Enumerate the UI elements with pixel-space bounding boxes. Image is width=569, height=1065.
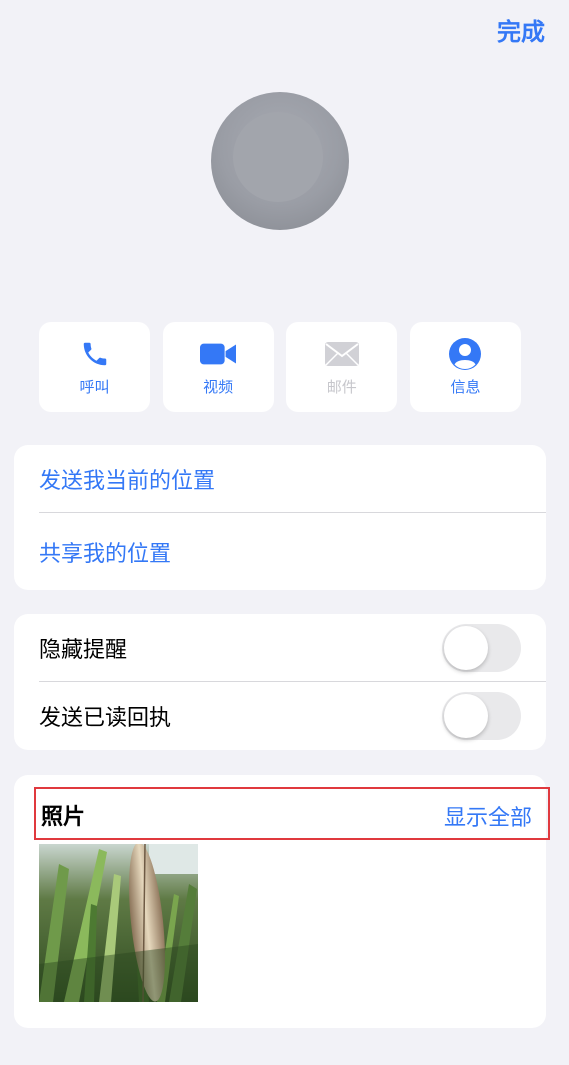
info-button[interactable]: 信息 (409, 322, 521, 412)
toggle-knob (444, 626, 488, 670)
mail-icon (324, 338, 360, 370)
mail-label: 邮件 (326, 377, 357, 396)
call-button[interactable]: 呼叫 (39, 322, 150, 412)
hide-alerts-toggle[interactable] (442, 624, 521, 672)
hide-alerts-label: 隐藏提醒 (39, 638, 128, 663)
send-current-location-label: 发送我当前的位置 (39, 469, 216, 494)
show-all-button[interactable]: 显示全部 (444, 800, 532, 832)
location-card: 发送我当前的位置 共享我的位置 (14, 445, 546, 590)
video-label: 视频 (203, 377, 234, 396)
photo-thumbnail[interactable] (39, 844, 198, 1002)
read-receipts-label: 发送已读回执 (39, 706, 172, 731)
read-receipts-toggle[interactable] (442, 692, 521, 740)
grass-photo-icon (39, 844, 198, 1002)
read-receipts-row: 发送已读回执 (14, 682, 546, 750)
photos-title: 照片 (41, 805, 86, 830)
phone-icon (77, 338, 113, 370)
person-icon (447, 337, 483, 370)
photos-header-highlight: 照片 显示全部 (34, 787, 550, 840)
share-location-label: 共享我的位置 (39, 541, 172, 567)
share-location-row[interactable]: 共享我的位置 (14, 513, 546, 590)
avatar-placeholder (233, 112, 323, 202)
video-button[interactable]: 视频 (162, 322, 274, 412)
send-current-location-row[interactable]: 发送我当前的位置 (14, 445, 546, 513)
mail-button[interactable]: 邮件 (286, 322, 398, 412)
info-label: 信息 (450, 377, 481, 396)
photos-card: 照片 显示全部 (14, 775, 550, 1028)
contact-details-screen: 完成 呼叫 视频 邮件 信息 发送我当前的位置 共享我的位置 隐藏提醒 发送已读… (0, 0, 569, 1065)
toggle-knob (444, 694, 488, 738)
call-label: 呼叫 (79, 377, 110, 396)
done-button[interactable]: 完成 (497, 12, 545, 47)
video-camera-icon (200, 338, 237, 370)
settings-card: 隐藏提醒 发送已读回执 (14, 614, 546, 750)
action-buttons: 呼叫 视频 邮件 信息 (39, 322, 521, 412)
avatar (211, 92, 349, 230)
hide-alerts-row: 隐藏提醒 (14, 614, 546, 682)
